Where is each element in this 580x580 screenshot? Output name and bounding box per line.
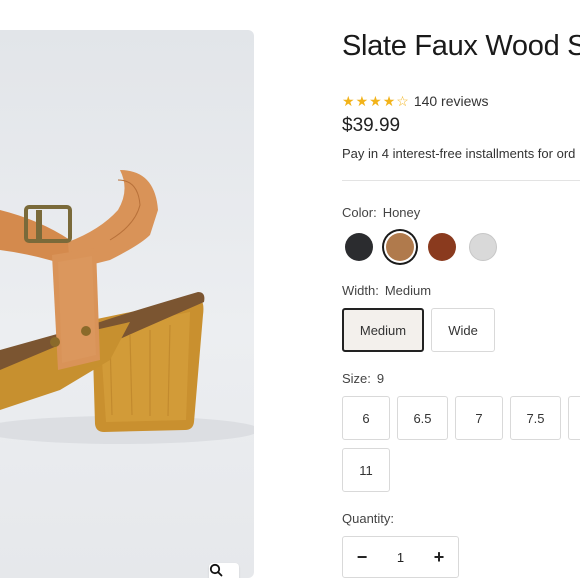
quantity-increase-button[interactable]: +: [432, 547, 446, 568]
size-option-6[interactable]: 6: [342, 396, 390, 440]
search-icon: [209, 563, 223, 577]
zoom-button[interactable]: [209, 563, 239, 578]
width-label-text: Width:: [342, 283, 379, 298]
divider: [342, 180, 580, 181]
width-selected-value: Medium: [384, 283, 432, 298]
width-label: Width: Medium: [342, 283, 431, 298]
size-option-7-5[interactable]: 7.5: [510, 396, 561, 440]
star-full-icon: ★: [369, 93, 382, 109]
quantity-value[interactable]: 1: [397, 550, 404, 565]
product-title: Slate Faux Wood S: [342, 30, 580, 62]
swatch-honey[interactable]: [386, 233, 414, 261]
review-count-link[interactable]: 140 reviews: [414, 93, 489, 109]
size-label: Size: 9: [342, 371, 384, 386]
size-option-partial[interactable]: [568, 396, 580, 440]
color-label-text: Color:: [342, 205, 377, 220]
width-option-wide[interactable]: Wide: [431, 308, 495, 352]
quantity-stepper[interactable]: − 1 +: [342, 536, 459, 578]
width-option-medium[interactable]: Medium: [342, 308, 424, 352]
size-option-11[interactable]: 11: [342, 448, 390, 492]
color-label: Color: Honey: [342, 205, 420, 220]
swatch-silver[interactable]: [469, 233, 497, 261]
quantity-label: Quantity:: [342, 511, 395, 526]
quantity-decrease-button[interactable]: −: [355, 547, 369, 568]
star-empty-icon: ☆: [396, 93, 409, 109]
product-image[interactable]: [0, 30, 254, 578]
size-option-7[interactable]: 7: [455, 396, 503, 440]
product-price: $39.99: [342, 115, 401, 136]
rating-row[interactable]: ★ ★ ★ ★ ☆ 140 reviews: [342, 93, 489, 109]
star-full-icon: ★: [355, 93, 369, 109]
installments-text: Pay in 4 interest-free installments for …: [342, 146, 576, 161]
star-full-icon: ★: [382, 93, 396, 109]
size-label-text: Size:: [342, 371, 371, 386]
swatch-brown[interactable]: [428, 233, 456, 261]
swatch-black[interactable]: [345, 233, 373, 261]
size-option-6-5[interactable]: 6.5: [397, 396, 448, 440]
sandal-illustration: [0, 170, 254, 444]
star-full-icon: ★: [342, 93, 355, 109]
color-selected-value: Honey: [382, 205, 421, 220]
star-rating: ★ ★ ★ ★ ☆: [342, 94, 410, 108]
size-selected-value: 9: [376, 371, 385, 386]
